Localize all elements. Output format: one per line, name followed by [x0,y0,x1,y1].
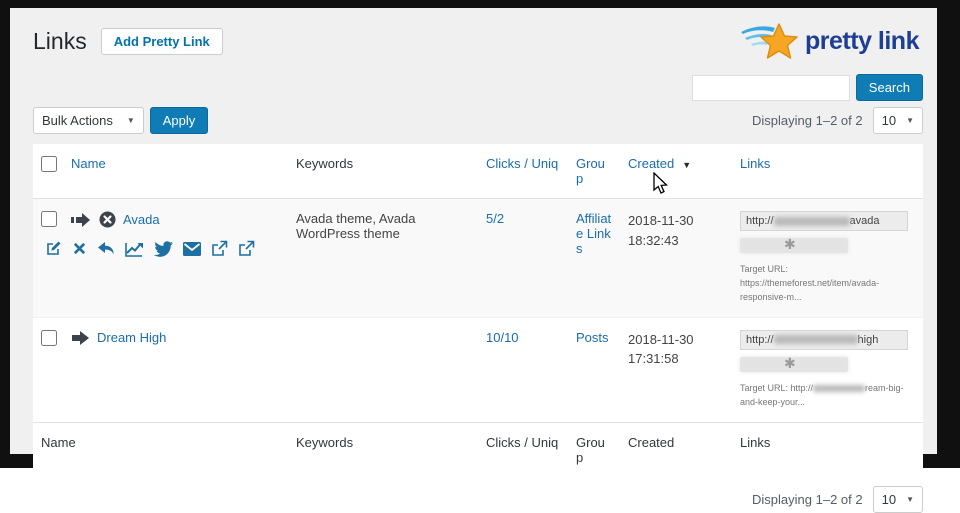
footer-header-created: Created [620,422,732,477]
group-link[interactable]: Posts [576,330,609,345]
search-input[interactable] [692,75,850,101]
footer-header-clicks: Clicks / Uniq [478,422,568,477]
chevron-down-icon [906,495,914,504]
blurred-target-domain [813,385,865,392]
link-name-line: Dream High [71,330,280,346]
footer-header-keywords: Keywords [288,422,478,477]
footer-header-name: Name [33,422,288,477]
per-page-select[interactable]: 10 [873,107,923,134]
row-checkbox[interactable] [41,211,57,227]
blurred-domain [774,335,858,344]
keywords-cell [288,317,478,422]
pretty-link-star-icon [739,20,801,62]
search-row: Search [33,74,923,101]
clicks-link[interactable]: 10/10 [486,330,519,345]
created-cell: 2018-11-30 17:31:58 [620,317,732,422]
row-checkbox[interactable] [41,330,57,346]
twitter-icon[interactable] [154,241,173,257]
edit-icon[interactable] [45,240,62,257]
clicks-link[interactable]: 5/2 [486,211,504,226]
link-name-line: Avada [71,211,280,228]
column-header-group[interactable]: Group [568,144,620,199]
column-header-keywords: Keywords [288,144,478,199]
target-url: Target URL: http://ream-big-and-keep-you… [740,382,920,410]
pretty-link-wordmark: pretty link [805,27,919,56]
table-row-dream-high: Dream High 10/10 Posts 2018-11-30 17:31:… [33,317,923,422]
pagination-bottom: Displaying 1–2 of 2 10 [33,477,923,513]
short-url-prefix: http:// [746,334,774,346]
external-link-icon-2[interactable] [238,240,255,257]
created-header-label: Created [628,156,674,171]
delete-icon[interactable] [72,241,87,256]
created-cell: 2018-11-30 18:32:43 [620,199,732,318]
target-url-text: Target URL: http:// [740,383,813,393]
short-url-field[interactable]: http:// avada [740,211,908,231]
target-url-text: Target URL: https://themeforest.net/item… [740,264,879,302]
column-header-name[interactable]: Name [63,144,288,199]
search-button[interactable]: Search [856,74,923,101]
short-url-suffix: avada [850,215,880,227]
table-footer: Name Keywords Clicks / Uniq Group Create… [33,422,923,477]
displaying-count: Displaying 1–2 of 2 [752,113,863,128]
column-header-links[interactable]: Links [732,144,923,199]
asterisk-icon: ✱ [784,355,796,372]
table-header: Name Keywords Clicks / Uniq Group Create… [33,144,923,199]
per-page-value: 10 [882,492,896,507]
reset-icon[interactable] [97,241,115,257]
select-all-checkbox[interactable] [41,156,57,172]
pagination-top: Displaying 1–2 of 2 10 [752,107,923,134]
short-url-prefix: http:// [746,215,774,227]
created-time: 17:31:58 [628,349,724,369]
email-icon[interactable] [183,242,201,256]
stats-chart-icon[interactable] [125,241,144,257]
links-cell: http:// high ✱ Target URL: http://ream-bi… [732,317,923,422]
pretty-link-admin-page: Links Add Pretty Link pretty link Search… [10,8,937,454]
per-page-select[interactable]: 10 [873,486,923,513]
target-url: Target URL: https://themeforest.net/item… [740,263,920,305]
asterisk-icon: ✱ [784,236,796,253]
displaying-count: Displaying 1–2 of 2 [752,492,863,507]
chevron-down-icon [127,116,135,125]
group-link[interactable]: Affiliate Links [576,211,611,256]
column-header-created[interactable]: Created [620,144,732,199]
external-link-icon[interactable] [211,240,228,257]
link-name-avada[interactable]: Avada [123,212,160,227]
apply-button[interactable]: Apply [150,107,209,134]
created-date: 2018-11-30 [628,330,724,350]
bulk-actions-select[interactable]: Bulk Actions [33,107,144,134]
links-cell: http:// avada ✱ Target URL: https://theme… [732,199,923,318]
slug-actions-bar[interactable]: ✱ [740,357,848,372]
arrow-right-icon [71,330,90,346]
short-url-suffix: high [858,334,879,346]
created-date: 2018-11-30 [628,211,724,231]
table-row-avada: Avada [33,199,923,318]
link-name-dream-high[interactable]: Dream High [97,330,166,345]
chevron-down-icon [906,116,914,125]
links-table: Name Keywords Clicks / Uniq Group Create… [33,144,923,477]
page-title: Links [33,28,87,55]
toolbar-row: Bulk Actions Apply Displaying 1–2 of 2 1… [33,107,923,134]
footer-header-group: Group [568,422,620,477]
screenshot-frame: Links Add Pretty Link pretty link Search… [0,0,960,468]
blurred-domain [774,217,850,226]
redirect-arrow-icon [71,212,92,228]
disabled-icon [99,211,116,228]
bulk-actions-label: Bulk Actions [42,113,113,128]
add-pretty-link-button[interactable]: Add Pretty Link [101,28,223,55]
sort-descending-icon[interactable] [682,160,691,170]
slug-actions-bar[interactable]: ✱ [740,238,848,253]
per-page-value: 10 [882,113,896,128]
created-time: 18:32:43 [628,231,724,251]
short-url-field[interactable]: http:// high [740,330,908,350]
row-action-icons [45,240,280,257]
column-header-clicks[interactable]: Clicks / Uniq [478,144,568,199]
bulk-actions-group: Bulk Actions Apply [33,107,208,134]
pretty-link-logo: pretty link [739,20,919,62]
footer-header-links: Links [732,422,923,477]
keywords-cell: Avada theme, Avada WordPress theme [288,199,478,318]
